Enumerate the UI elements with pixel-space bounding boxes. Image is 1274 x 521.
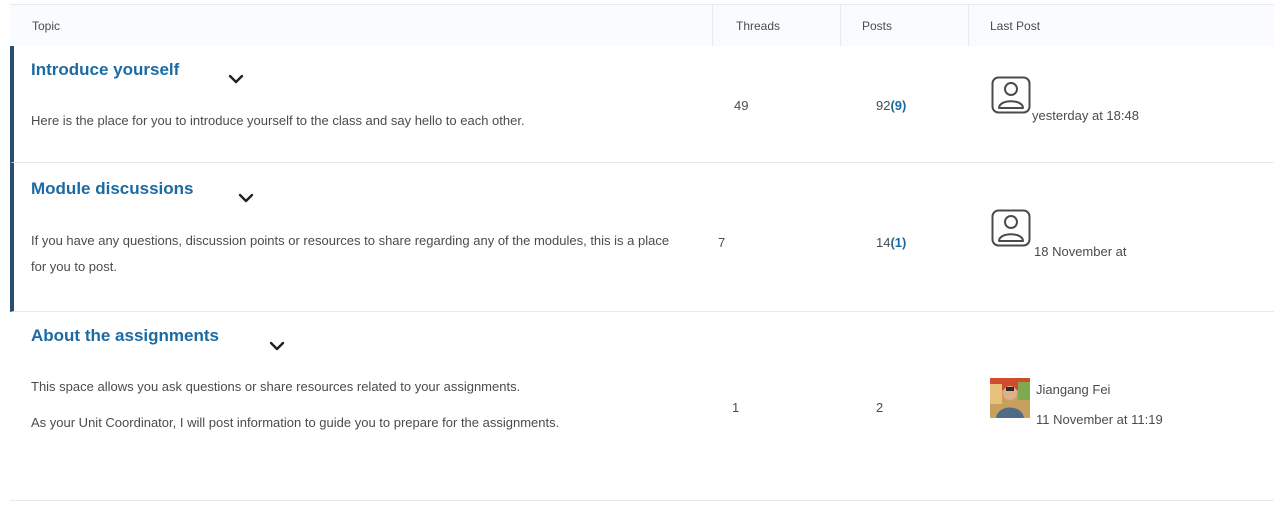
chevron-down-icon[interactable] <box>227 72 245 86</box>
column-divider <box>712 4 713 46</box>
topic-description-line: As your Unit Coordinator, I will post in… <box>31 415 560 430</box>
topic-description-line: If you have any questions, discussion po… <box>31 233 670 274</box>
topic-description: If you have any questions, discussion po… <box>31 228 681 280</box>
posts-count: 2 <box>876 400 883 415</box>
posts-total: 14 <box>876 235 891 250</box>
posts-count: 92(9) <box>876 98 906 113</box>
chevron-down-icon[interactable] <box>268 339 286 353</box>
user-avatar-photo <box>990 378 1030 418</box>
topic-title-link[interactable]: Module discussions <box>31 179 193 199</box>
chevron-down-icon[interactable] <box>237 191 255 205</box>
column-header-threads[interactable]: Threads <box>736 5 780 47</box>
threads-count: 7 <box>718 235 726 250</box>
topic-description: Here is the place for you to introduce y… <box>31 108 711 134</box>
posts-total: 92 <box>876 98 891 113</box>
posts-total: 2 <box>876 400 884 415</box>
topic-title-link[interactable]: Introduce yourself <box>31 60 179 80</box>
topic-title-link[interactable]: About the assignments <box>31 326 219 346</box>
column-divider <box>968 4 969 46</box>
topic-description-line: Here is the place for you to introduce y… <box>31 113 525 128</box>
unread-posts-count[interactable]: (1) <box>890 235 906 250</box>
unread-posts-count[interactable]: (9) <box>890 98 906 113</box>
column-divider <box>840 4 841 46</box>
user-placeholder-icon <box>991 209 1031 247</box>
table-header: Topic Threads Posts Last Post <box>10 4 1274 48</box>
threads-count: 1 <box>732 400 740 415</box>
table-row: Module discussions If you have any quest… <box>10 163 1274 312</box>
threads-count: 49 <box>734 98 749 113</box>
topic-description: This space allows you ask questions or s… <box>31 374 661 436</box>
posts-count: 14(1) <box>876 235 906 250</box>
column-header-topic[interactable]: Topic <box>32 5 60 47</box>
user-placeholder-icon <box>991 76 1031 114</box>
table-row: About the assignments This space allows … <box>10 312 1274 501</box>
column-header-last-post[interactable]: Last Post <box>990 5 1040 47</box>
table-row <box>10 501 1274 521</box>
last-post-time: 18 November at <box>1034 244 1127 259</box>
topic-description-line: This space allows you ask questions or s… <box>31 379 521 394</box>
column-header-posts[interactable]: Posts <box>862 5 892 47</box>
last-post-time: yesterday at 18:48 <box>1032 108 1139 123</box>
last-post-author[interactable]: Jiangang Fei <box>1036 378 1110 402</box>
table-row: Introduce yourself Here is the place for… <box>10 46 1274 163</box>
last-post-time: 11 November at 11:19 <box>1036 412 1163 427</box>
